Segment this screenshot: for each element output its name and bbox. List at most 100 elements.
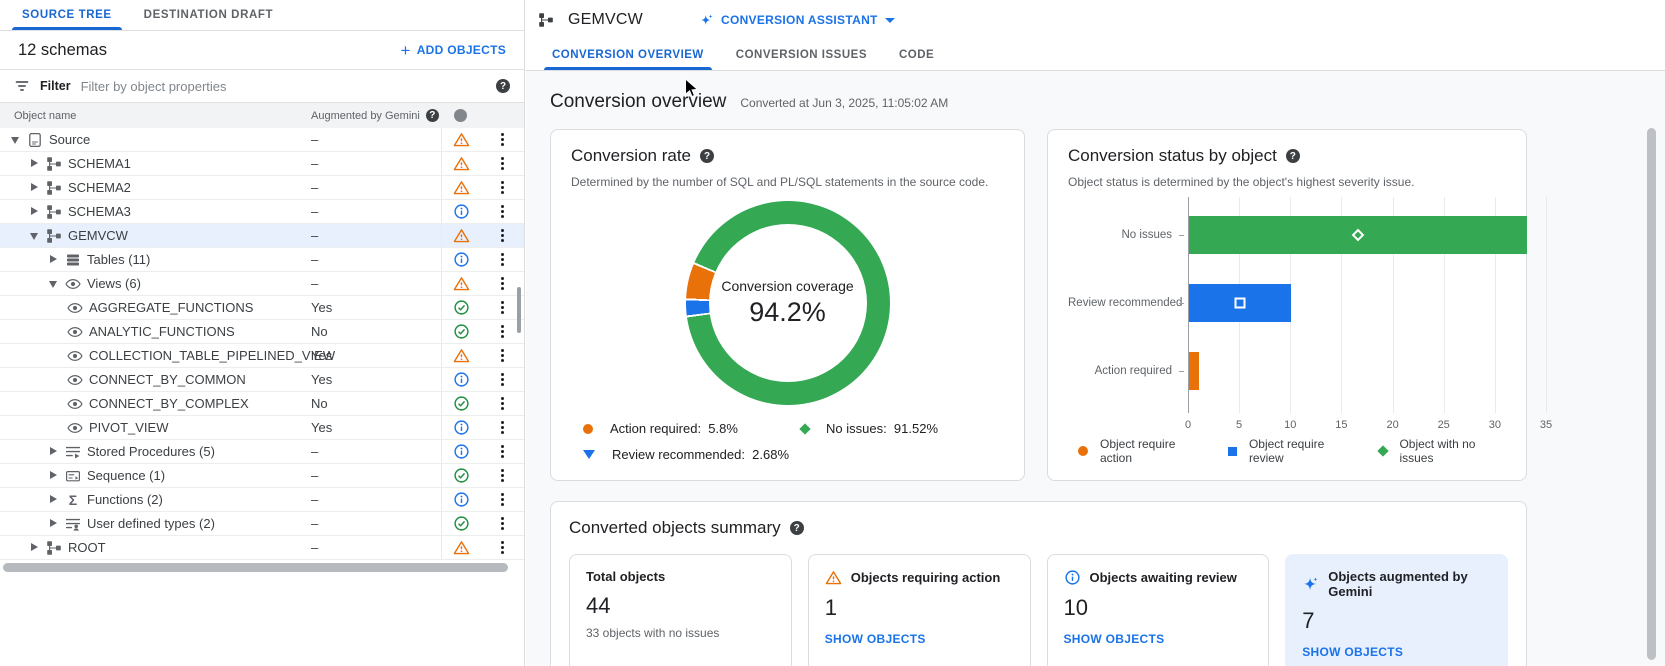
summary-help-icon[interactable]: ?	[790, 521, 804, 535]
tree-row-sequence-1-[interactable]: Sequence (1)–	[0, 464, 524, 488]
tree-row-schema2[interactable]: SCHEMA2–	[0, 176, 524, 200]
horizontal-scrollbar[interactable]	[3, 563, 508, 572]
filter-help-icon[interactable]: ?	[496, 79, 510, 93]
tab-code[interactable]: CODE	[883, 40, 950, 70]
bar-action-required[interactable]	[1189, 352, 1199, 390]
check-icon	[453, 467, 470, 484]
source-icon	[27, 132, 43, 148]
row-menu-button[interactable]	[480, 416, 524, 439]
filter-input[interactable]	[81, 79, 486, 94]
legend-item: Object require review	[1228, 437, 1356, 465]
object-name: AGGREGATE_FUNCTIONS	[89, 300, 253, 315]
tab-conversion-overview[interactable]: CONVERSION OVERVIEW	[536, 40, 720, 70]
schema-icon	[46, 540, 62, 556]
row-menu-button[interactable]	[480, 224, 524, 247]
augmented-value: Yes	[311, 416, 441, 439]
stat-card-objects-requiring-action: Objects requiring action1SHOW OBJECTS	[808, 554, 1031, 666]
expand-arrow-icon[interactable]	[29, 182, 40, 193]
tree-row-user-defined-types-2-[interactable]: User defined types (2)–	[0, 512, 524, 536]
kebab-icon	[498, 298, 507, 317]
collapse-arrow-icon[interactable]	[29, 230, 40, 241]
augmented-help-icon[interactable]: ?	[426, 109, 439, 122]
expand-arrow-icon[interactable]	[48, 470, 59, 481]
tree-vertical-scrollbar[interactable]	[517, 287, 521, 333]
info-icon	[453, 251, 470, 268]
add-objects-button[interactable]: + ADD OBJECTS	[400, 42, 506, 59]
row-menu-button[interactable]	[480, 200, 524, 223]
tab-destination-draft[interactable]: DESTINATION DRAFT	[128, 0, 289, 30]
row-menu-button[interactable]	[480, 536, 524, 559]
x-tick-label: 5	[1222, 419, 1256, 431]
tree-row-schema3[interactable]: SCHEMA3–	[0, 200, 524, 224]
tree-row-connect-by-complex[interactable]: CONNECT_BY_COMPLEXNo	[0, 392, 524, 416]
row-menu-button[interactable]	[480, 488, 524, 511]
row-menu-button[interactable]	[480, 344, 524, 367]
collapse-arrow-icon[interactable]	[48, 278, 59, 289]
show-objects-link[interactable]: SHOW OBJECTS	[1064, 632, 1253, 646]
schema-icon	[46, 204, 62, 220]
expand-arrow-icon[interactable]	[29, 206, 40, 217]
tab-conversion-issues[interactable]: CONVERSION ISSUES	[720, 40, 883, 70]
conversion-panel: GEMVCW CONVERSION ASSISTANT CONVERSION O…	[526, 0, 1665, 666]
object-name: COLLECTION_TABLE_PIPELINED_VIEW	[89, 348, 335, 363]
conversion-assistant-button[interactable]: CONVERSION ASSISTANT	[699, 13, 895, 28]
bar-no-issues[interactable]	[1189, 216, 1527, 254]
row-menu-button[interactable]	[480, 392, 524, 415]
expand-arrow-icon[interactable]	[48, 518, 59, 529]
tree-row-root[interactable]: ROOT–	[0, 536, 524, 560]
expand-arrow-icon[interactable]	[48, 446, 59, 457]
row-menu-button[interactable]	[480, 176, 524, 199]
row-menu-button[interactable]	[480, 248, 524, 271]
tree-row-functions-2-[interactable]: ΣFunctions (2)–	[0, 488, 524, 512]
conversion-status-card: Conversion status by object ? Object sta…	[1047, 129, 1527, 481]
expand-arrow-icon[interactable]	[29, 542, 40, 553]
row-menu-button[interactable]	[480, 512, 524, 535]
left-panel-tabs: SOURCE TREEDESTINATION DRAFT	[0, 0, 524, 31]
tree-row-tables-11-[interactable]: Tables (11) –	[0, 248, 524, 272]
row-menu-button[interactable]	[480, 464, 524, 487]
tree-row-schema1[interactable]: SCHEMA1–	[0, 152, 524, 176]
tree-row-connect-by-common[interactable]: CONNECT_BY_COMMONYes	[0, 368, 524, 392]
tree-row-gemvcw[interactable]: GEMVCW–	[0, 224, 524, 248]
augmented-value: –	[311, 272, 441, 295]
assistant-label: CONVERSION ASSISTANT	[721, 13, 878, 27]
augmented-value: –	[311, 248, 441, 271]
filter-bar: Filter ?	[0, 69, 524, 103]
object-name: Tables (11)	[87, 252, 150, 267]
collapse-arrow-icon[interactable]	[10, 134, 21, 145]
plus-icon: +	[400, 42, 410, 59]
check-icon	[453, 395, 470, 412]
tree-row-pivot-view[interactable]: PIVOT_VIEWYes	[0, 416, 524, 440]
tree-row-analytic-functions[interactable]: ANALYTIC_FUNCTIONSNo	[0, 320, 524, 344]
row-menu-button[interactable]	[480, 368, 524, 391]
conversion-rate-help-icon[interactable]: ?	[700, 149, 714, 163]
tree-row-aggregate-functions[interactable]: AGGREGATE_FUNCTIONS Yes	[0, 296, 524, 320]
object-tree: Source–SCHEMA1–SCHEMA2–SCHEMA3–GEMVCW–Ta…	[0, 128, 524, 560]
row-menu-button[interactable]	[480, 440, 524, 463]
augmented-value: Yes	[311, 296, 441, 319]
column-object-name: Object name	[0, 110, 311, 122]
x-tick-label: 15	[1324, 419, 1358, 431]
tree-row-source[interactable]: Source–	[0, 128, 524, 152]
donut-center: Conversion coverage 94.2%	[686, 201, 890, 405]
row-menu-button[interactable]	[480, 128, 524, 151]
show-objects-link[interactable]: SHOW OBJECTS	[1302, 645, 1491, 659]
expand-arrow-icon[interactable]	[48, 494, 59, 505]
tree-row-collection-table-pipelined-view[interactable]: COLLECTION_TABLE_PIPELINED_VIEWYes	[0, 344, 524, 368]
info-icon	[453, 443, 470, 460]
show-objects-link[interactable]: SHOW OBJECTS	[825, 632, 1014, 646]
object-name: Functions (2)	[87, 492, 163, 507]
schemas-header: 12 schemas + ADD OBJECTS	[0, 31, 524, 69]
expand-arrow-icon[interactable]	[29, 158, 40, 169]
tab-source-tree[interactable]: SOURCE TREE	[6, 0, 128, 30]
kebab-icon	[498, 178, 507, 197]
bar-review-recommended[interactable]	[1189, 284, 1291, 322]
expand-arrow-icon[interactable]	[48, 254, 59, 265]
conversion-status-help-icon[interactable]: ?	[1286, 149, 1300, 163]
tree-row-stored-procedures-5-[interactable]: Stored Procedures (5)–	[0, 440, 524, 464]
page-vertical-scrollbar[interactable]	[1647, 128, 1656, 660]
square-marker-icon	[1235, 298, 1246, 309]
sparkle-icon	[699, 13, 714, 28]
row-menu-button[interactable]	[480, 152, 524, 175]
tree-row-views-6-[interactable]: Views (6)–	[0, 272, 524, 296]
